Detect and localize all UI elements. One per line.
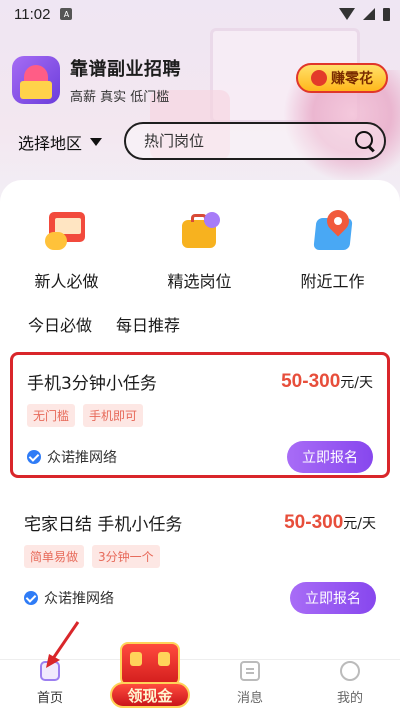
job-tabs: 今日必做 每日推荐 xyxy=(24,308,184,340)
job-card[interactable]: 宅家日结 手机小任务 50-300元/天 简单易做 3分钟一个 众诺推网络 立即… xyxy=(10,496,390,622)
tabbar-label: 我的 xyxy=(336,691,363,706)
category-nearby[interactable]: 附近工作 xyxy=(266,205,399,292)
message-icon xyxy=(240,661,260,681)
tabbar-label: 领现金 xyxy=(110,682,190,708)
region-selector[interactable]: 选择地区 xyxy=(18,130,103,154)
job-tag: 手机即可 xyxy=(83,404,144,427)
app-title: 靠谱副业招聘 xyxy=(70,59,181,80)
job-tag: 3分钟一个 xyxy=(92,545,160,568)
app-header: 靠谱副业招聘 高薪 真实 低门槛 赚零花 xyxy=(12,54,388,106)
signal-icon xyxy=(363,8,375,20)
tabbar-messages[interactable]: 消息 xyxy=(200,660,300,712)
job-salary: 50-300元/天 xyxy=(284,511,376,533)
tabbar-label: 消息 xyxy=(236,691,263,706)
tab-daily-recommend[interactable]: 每日推荐 xyxy=(112,308,184,340)
status-bar: 11:02 A xyxy=(0,0,400,28)
verified-icon xyxy=(24,591,38,605)
battery-icon xyxy=(383,7,390,21)
bottom-tab-bar: 首页 领现金 消息 我的 xyxy=(0,642,400,712)
tabbar-label: 首页 xyxy=(36,691,63,706)
tabbar-home[interactable]: 首页 xyxy=(0,660,100,712)
tabbar-me[interactable]: 我的 xyxy=(300,660,400,712)
tab-today[interactable]: 今日必做 xyxy=(24,308,97,340)
company-name: 众诺推网络 xyxy=(47,450,117,466)
earn-button-label: 赚零花 xyxy=(331,71,373,87)
job-tag: 无门槛 xyxy=(27,404,76,427)
category-newbie[interactable]: 新人必做 xyxy=(0,210,133,292)
job-salary: 50-300元/天 xyxy=(281,370,373,392)
wifi-icon xyxy=(339,8,355,20)
briefcase-icon xyxy=(178,210,222,254)
category-label: 附近工作 xyxy=(300,272,365,291)
app-subtitle: 高薪 真实 低门槛 xyxy=(70,90,170,105)
user-icon xyxy=(340,661,360,681)
app-logo xyxy=(12,56,60,104)
red-envelope-icon xyxy=(44,210,89,254)
apply-button[interactable]: 立即报名 xyxy=(287,441,373,473)
earn-pocket-money-button[interactable]: 赚零花 xyxy=(296,63,388,93)
job-title: 手机3分钟小任务 xyxy=(27,374,157,394)
category-row: 新人必做 精选岗位 附近工作 xyxy=(0,205,400,292)
sim-icon: A xyxy=(60,8,73,20)
search-bar[interactable] xyxy=(124,122,386,160)
home-icon xyxy=(40,661,60,681)
region-label: 选择地区 xyxy=(18,134,83,153)
red-packet-icon xyxy=(120,642,180,686)
tabbar-get-cash[interactable]: 领现金 xyxy=(100,642,200,712)
job-card[interactable]: 手机3分钟小任务 50-300元/天 无门槛 手机即可 众诺推网络 立即报名 xyxy=(10,352,390,478)
category-label: 精选岗位 xyxy=(167,272,232,291)
search-icon[interactable] xyxy=(354,130,376,152)
job-tag: 简单易做 xyxy=(24,545,85,568)
map-pin-icon xyxy=(311,205,355,254)
caret-down-icon xyxy=(90,138,103,146)
category-featured[interactable]: 精选岗位 xyxy=(133,210,266,292)
company-name: 众诺推网络 xyxy=(44,591,114,607)
verified-icon xyxy=(27,450,41,464)
coin-icon xyxy=(311,70,327,86)
apply-button[interactable]: 立即报名 xyxy=(290,582,376,614)
search-input[interactable] xyxy=(144,132,344,150)
category-label: 新人必做 xyxy=(34,272,99,291)
status-time: 11:02 xyxy=(14,5,51,23)
job-title: 宅家日结 手机小任务 xyxy=(24,515,183,535)
